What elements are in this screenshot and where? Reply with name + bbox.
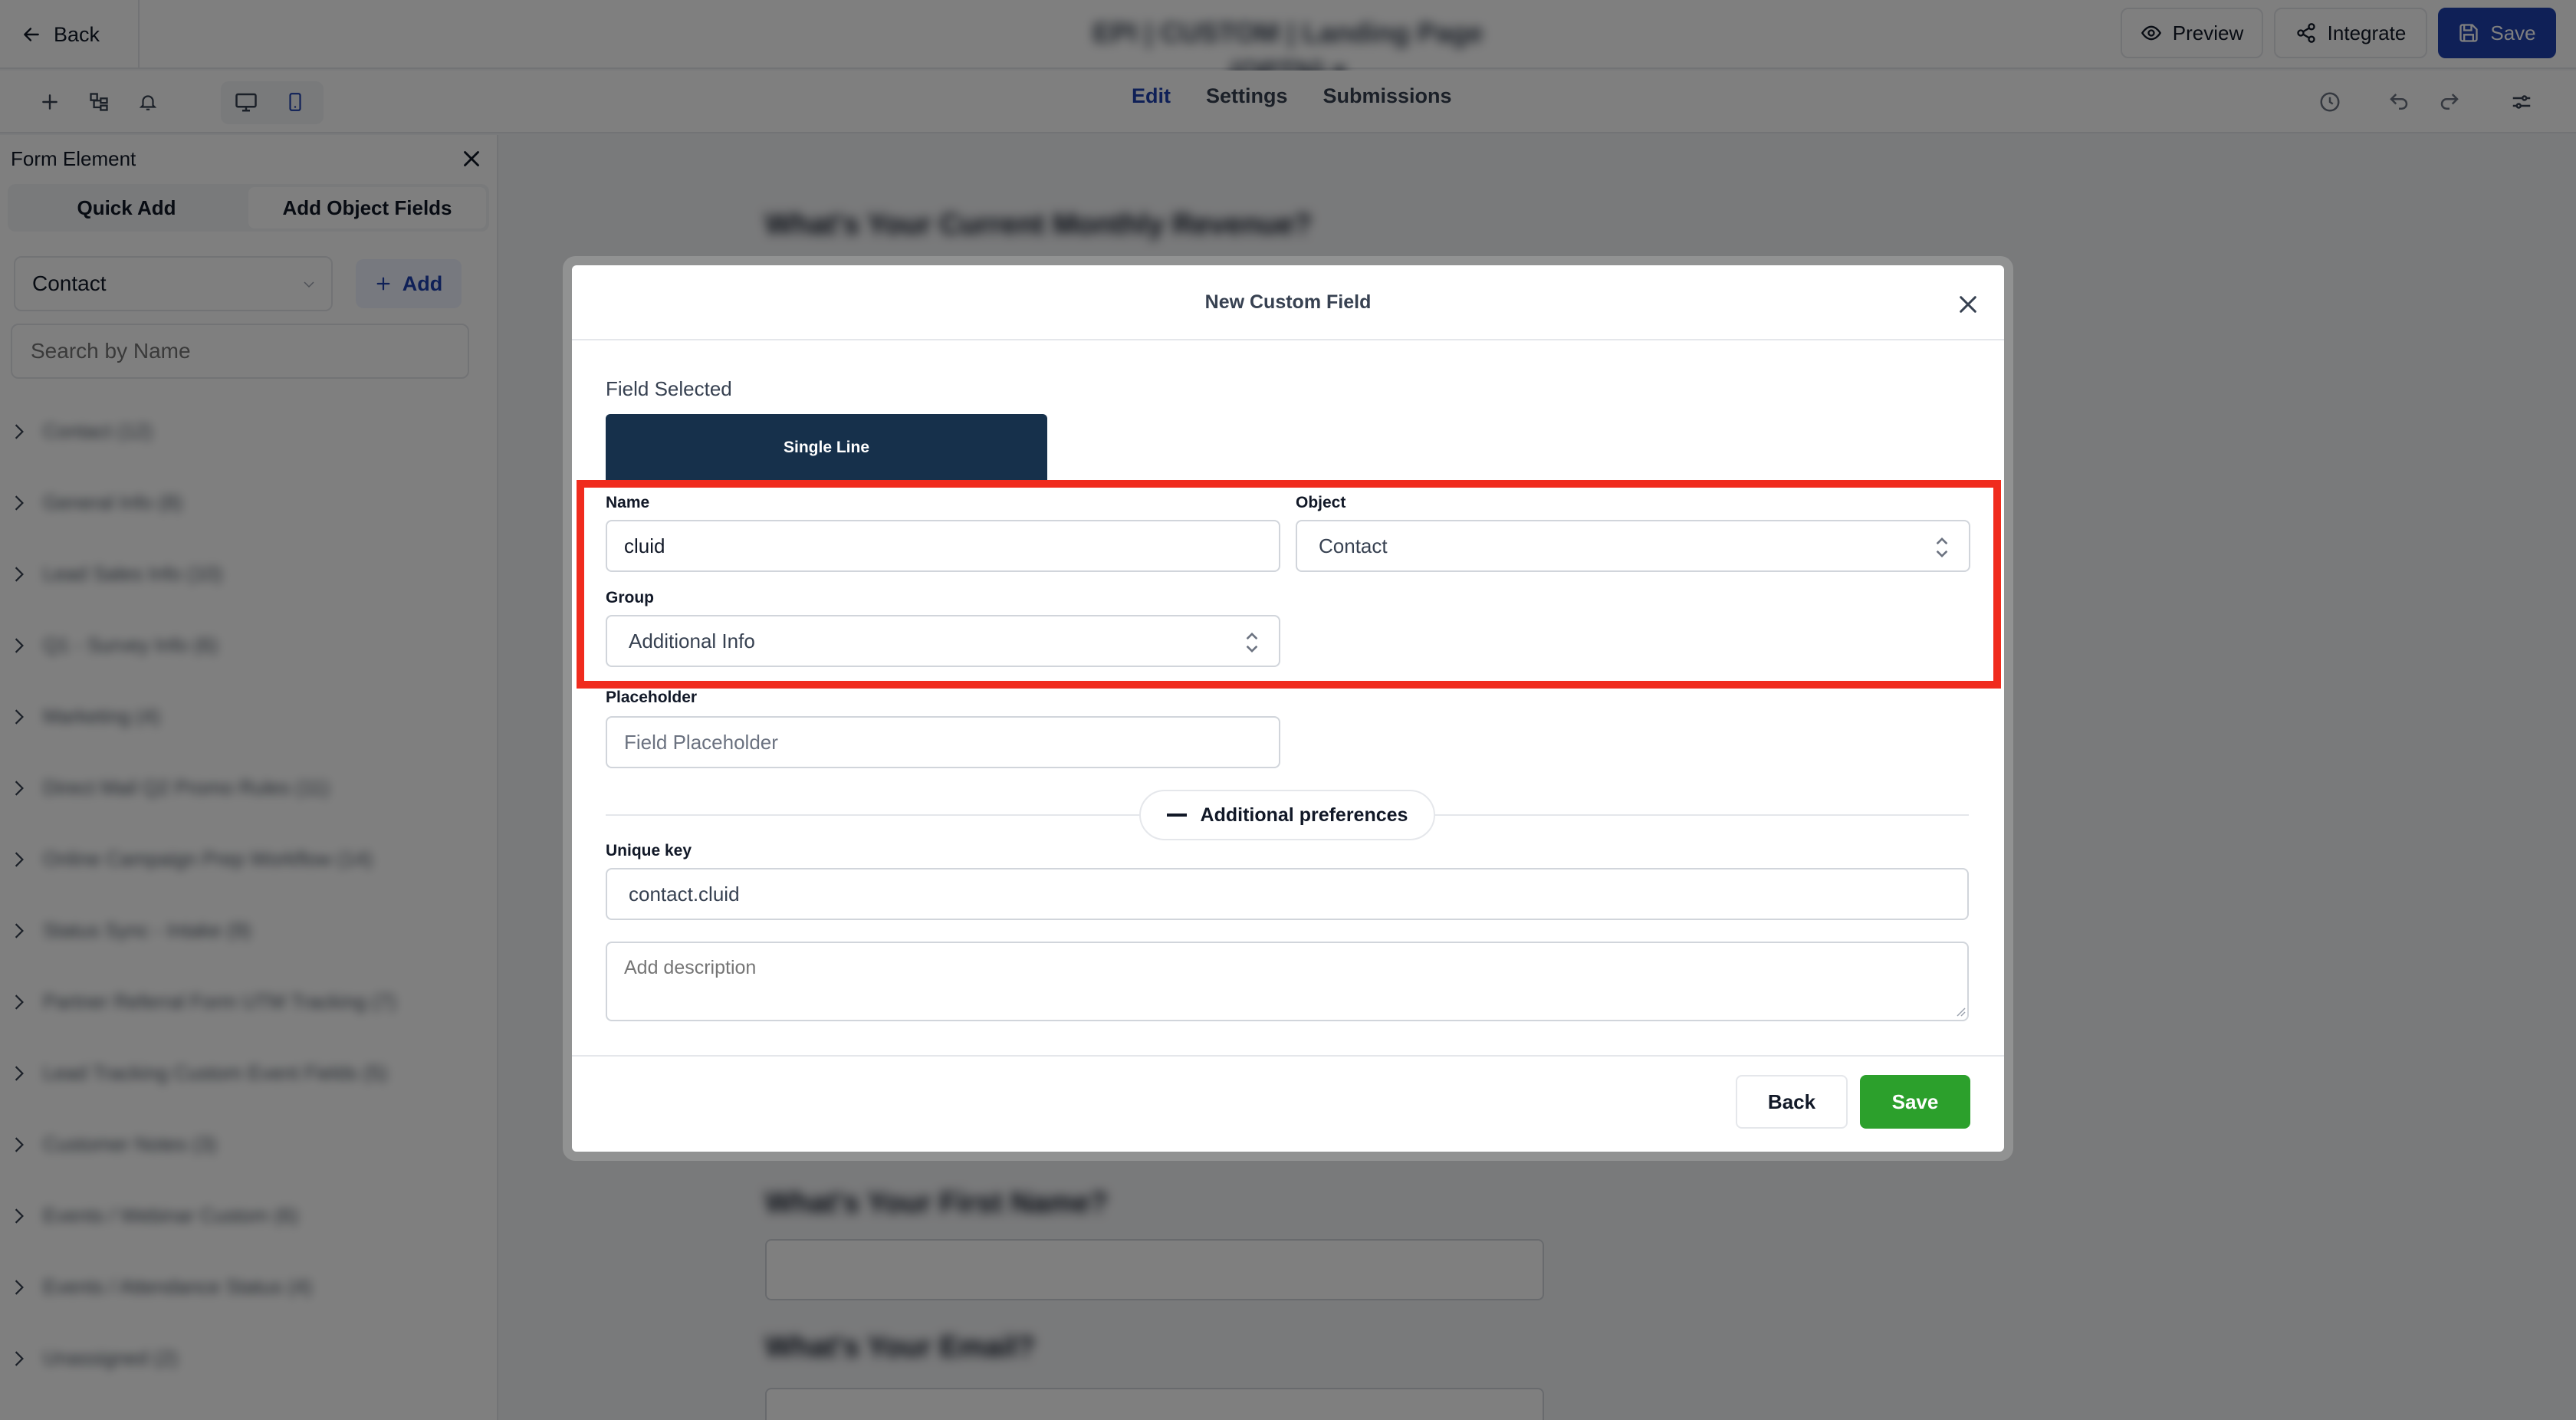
unique-key-value: contact.cluid xyxy=(629,882,740,906)
modal-title: New Custom Field xyxy=(1204,291,1372,313)
select-arrows-icon xyxy=(1246,632,1258,653)
unique-key-label: Unique key xyxy=(606,842,692,860)
placeholder-label: Placeholder xyxy=(606,689,698,706)
field-type-chip[interactable]: Single Line xyxy=(606,414,1047,482)
resize-handle-icon[interactable] xyxy=(1955,1006,1966,1017)
close-icon xyxy=(1960,296,1976,313)
placeholder-input[interactable]: Field Placeholder xyxy=(606,716,1280,768)
group-select[interactable]: Additional Info xyxy=(606,615,1280,667)
minus-icon xyxy=(1166,814,1187,817)
new-custom-field-modal: New Custom Field Field Selected Single L… xyxy=(572,265,2004,1152)
description-textarea[interactable] xyxy=(606,942,1969,1021)
object-label: Object xyxy=(1296,494,1346,511)
select-arrows-icon xyxy=(1936,537,1948,558)
field-selected-label: Field Selected xyxy=(606,377,732,400)
object-select[interactable]: Contact xyxy=(1296,520,1970,572)
modal-header: New Custom Field xyxy=(572,265,2004,340)
object-value: Contact xyxy=(1319,534,1388,557)
unique-key-input[interactable]: contact.cluid xyxy=(606,868,1969,920)
placeholder-hint: Field Placeholder xyxy=(624,730,778,754)
name-input[interactable]: cluid xyxy=(606,520,1280,572)
group-value: Additional Info xyxy=(629,629,755,652)
divider xyxy=(572,1055,2004,1057)
additional-preferences-label: Additional preferences xyxy=(1200,804,1408,826)
name-value: cluid xyxy=(624,534,665,557)
name-label: Name xyxy=(606,494,650,511)
additional-preferences-toggle[interactable]: Additional preferences xyxy=(1139,790,1435,840)
modal-close-button[interactable] xyxy=(1950,287,1986,322)
group-label: Group xyxy=(606,589,654,606)
save-button[interactable]: Save xyxy=(1860,1075,1970,1129)
back-button[interactable]: Back xyxy=(1736,1075,1848,1129)
